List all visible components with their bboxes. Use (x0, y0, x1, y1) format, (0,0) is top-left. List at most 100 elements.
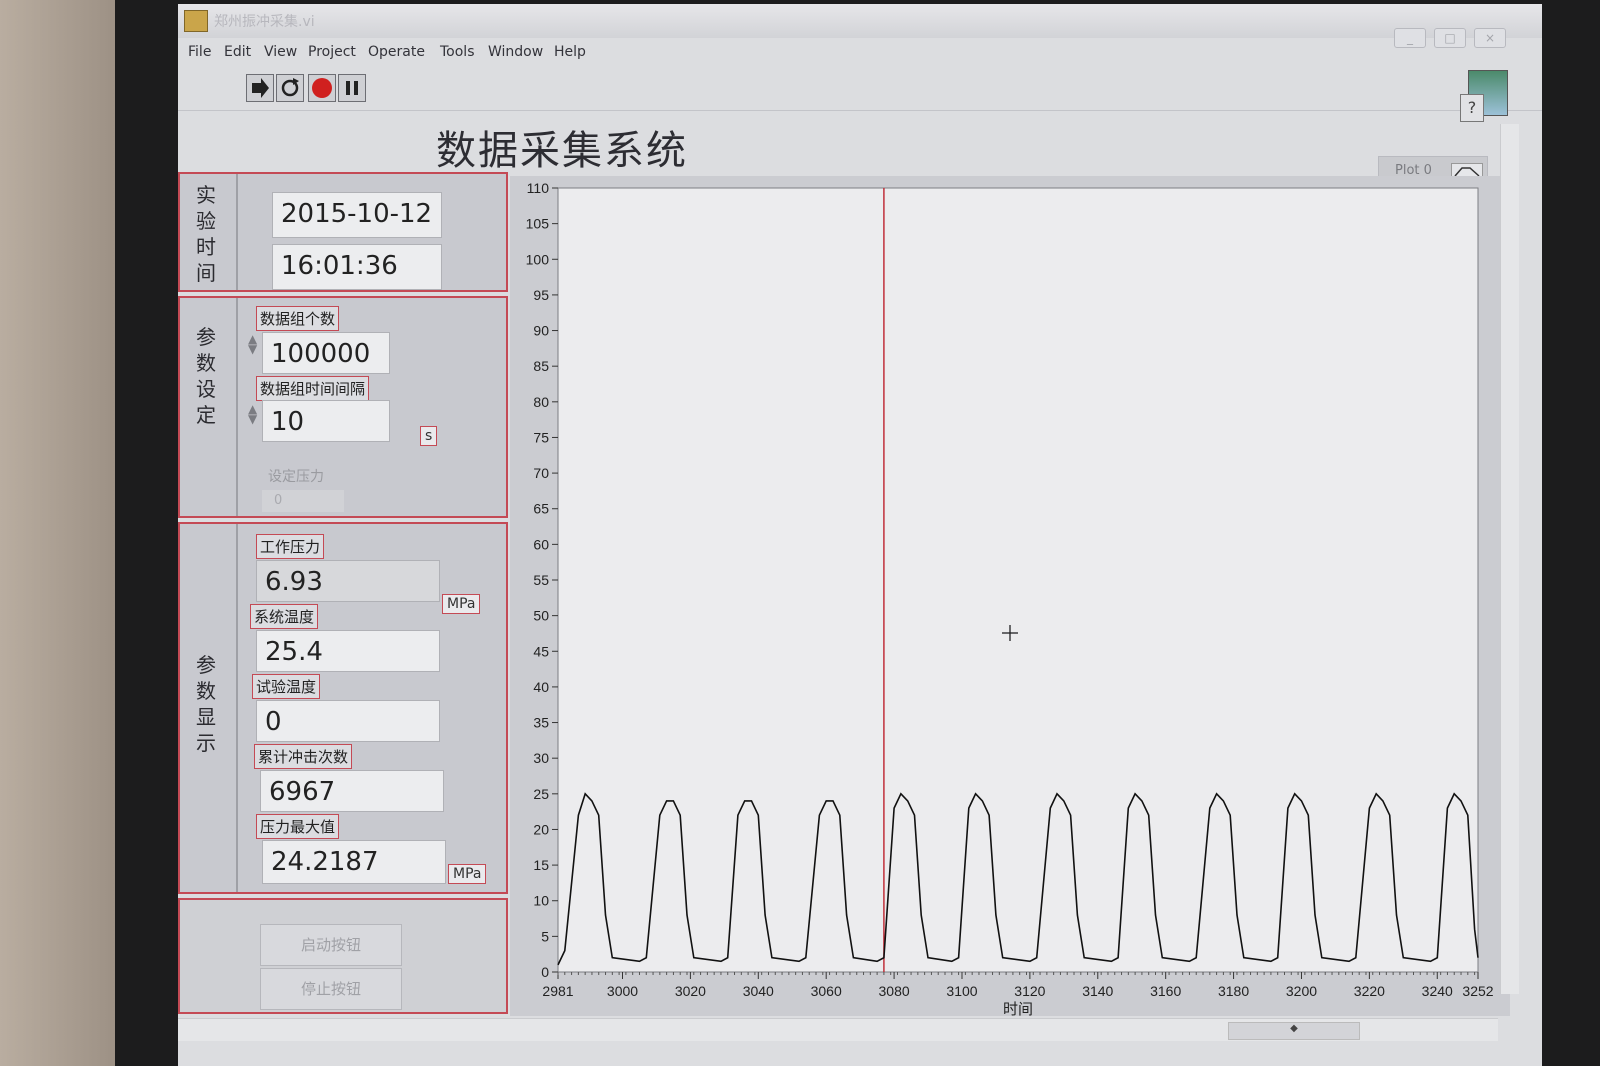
y-tick-label: 85 (533, 358, 549, 374)
y-tick-label: 15 (533, 857, 549, 873)
interval-unit: s (420, 426, 438, 446)
pause-icon[interactable] (338, 74, 366, 102)
menu-project[interactable]: Project (308, 44, 356, 60)
abort-icon[interactable] (308, 74, 336, 102)
menu-bar: File Edit View Project Operate Tools Win… (178, 38, 1542, 66)
x-tick-label: 3020 (675, 983, 706, 999)
x-tick-label: 2981 (542, 983, 573, 999)
x-tick-label: 3040 (743, 983, 774, 999)
y-tick-label: 45 (533, 643, 549, 659)
panel-separator (236, 298, 238, 516)
run-continuously-icon[interactable] (276, 74, 304, 102)
title-bar: 郑州振冲采集.vi _ □ × (178, 4, 1542, 48)
help-icon[interactable]: ? (1460, 94, 1484, 122)
x-tick-label: 3160 (1150, 983, 1181, 999)
toolbar (178, 66, 1542, 111)
parameter-display-panel: 参数显示 工作压力 6.93 MPa 系统温度 25.4 试验温度 0 累计冲击… (178, 522, 508, 894)
work-pressure-unit: MPa (442, 594, 481, 614)
menu-view[interactable]: View (264, 44, 297, 60)
x-tick-label: 3240 (1422, 983, 1453, 999)
interval-spinner-icon[interactable]: ▲ ▼ (248, 403, 260, 425)
system-temp-display: 25.4 (256, 630, 440, 672)
y-tick-label: 65 (533, 501, 549, 517)
test-temp-label: 试验温度 (252, 674, 321, 699)
set-pressure-label: 设定压力 (268, 469, 324, 485)
y-tick-label: 60 (533, 536, 549, 552)
x-tick-label: 3200 (1286, 983, 1317, 999)
y-tick-label: 90 (533, 323, 549, 339)
waveform-chart[interactable]: 0 5 10 15 20 25 30 35 40 45 50 55 60 65 70 75 80 85 90 95 10… (510, 176, 1510, 1016)
y-tick-label: 100 (526, 251, 550, 267)
vertical-scrollbar[interactable] (1500, 124, 1519, 994)
interval-label: 数据组时间间隔 (256, 376, 370, 401)
time-display: 16:01:36 (272, 244, 442, 290)
y-tick-label: 30 (533, 750, 549, 766)
panel-separator (236, 524, 238, 892)
x-tick-label: 3180 (1218, 983, 1249, 999)
y-tick-label: 75 (533, 429, 549, 445)
control-button-panel: 启动按钮 停止按钮 (178, 898, 508, 1014)
x-tick-label: 3140 (1082, 983, 1113, 999)
test-temp-display: 0 (256, 700, 440, 742)
x-tick-label: 3080 (879, 983, 910, 999)
impact-count-label: 累计冲击次数 (254, 744, 353, 769)
x-tick-label: 3252 (1462, 983, 1493, 999)
menu-help[interactable]: Help (554, 44, 586, 60)
labview-app-icon (184, 10, 208, 32)
experiment-time-label: 实验时间 (196, 183, 216, 285)
work-pressure-display: 6.93 (256, 560, 440, 602)
experiment-time-panel: 实验时间 2015-10-12 16:01:36 (178, 172, 508, 292)
y-tick-label: 105 (526, 216, 550, 232)
x-tick-label: 3220 (1354, 983, 1385, 999)
set-pressure-input[interactable]: 0 (262, 490, 344, 512)
y-tick-label: 50 (533, 608, 549, 624)
y-tick-label: 25 (533, 786, 549, 802)
menu-operate[interactable]: Operate (368, 44, 425, 60)
y-tick-label: 20 (533, 821, 549, 837)
group-count-spinner-icon[interactable]: ▲ ▼ (248, 333, 260, 355)
max-pressure-unit: MPa (448, 864, 487, 884)
work-pressure-label: 工作压力 (256, 534, 325, 559)
y-tick-label: 40 (533, 679, 549, 695)
y-tick-label: 0 (541, 964, 549, 980)
menu-edit[interactable]: Edit (224, 44, 251, 60)
labview-window: 郑州振冲采集.vi _ □ × File Edit View Project O… (178, 4, 1542, 1066)
menu-window[interactable]: Window (488, 44, 543, 60)
y-tick-label: 5 (541, 928, 549, 944)
y-tick-label: 110 (527, 180, 550, 196)
plot-area (557, 187, 1479, 973)
background-wall (0, 0, 115, 1066)
interval-input[interactable]: 10 (262, 400, 390, 442)
date-display: 2015-10-12 (272, 192, 442, 238)
scroll-thumb[interactable]: ◆ (1228, 1022, 1360, 1040)
x-tick-label: 3120 (1014, 983, 1045, 999)
x-tick-label: 3060 (811, 983, 842, 999)
menu-tools[interactable]: Tools (440, 44, 475, 60)
window-title: 郑州振冲采集.vi (214, 14, 315, 30)
parameter-display-label: 参数显示 (196, 653, 216, 755)
stop-button[interactable]: 停止按钮 (260, 968, 402, 1010)
max-pressure-display: 24.2187 (262, 840, 446, 884)
x-tick-label: 3100 (946, 983, 977, 999)
y-tick-label: 70 (533, 465, 549, 481)
start-button[interactable]: 启动按钮 (260, 924, 402, 966)
max-pressure-label: 压力最大值 (256, 814, 340, 839)
y-tick-label: 95 (533, 287, 549, 303)
y-tick-label: 35 (533, 715, 549, 731)
x-tick-label: 3000 (607, 983, 638, 999)
x-axis-label: 时间 (1003, 1001, 1033, 1016)
group-count-input[interactable]: 100000 (262, 332, 390, 374)
y-tick-label: 55 (533, 572, 549, 588)
page-title: 数据采集系统 (436, 128, 688, 174)
system-temp-label: 系统温度 (250, 604, 319, 629)
y-tick-label: 80 (533, 394, 549, 410)
y-tick-label: 10 (533, 893, 549, 909)
parameter-settings-label: 参数设定 (196, 325, 216, 427)
parameter-settings-panel: 参数设定 数据组个数 ▲ ▼ 100000 数据组时间间隔 ▲ ▼ 10 s 设定压… (178, 296, 508, 518)
panel-separator (236, 174, 238, 290)
impact-count-display: 6967 (260, 770, 444, 812)
menu-file[interactable]: File (188, 44, 211, 60)
group-count-label: 数据组个数 (256, 306, 340, 331)
horizontal-scrollbar[interactable]: ◆ (178, 1018, 1498, 1041)
run-arrow-icon[interactable] (246, 74, 274, 102)
